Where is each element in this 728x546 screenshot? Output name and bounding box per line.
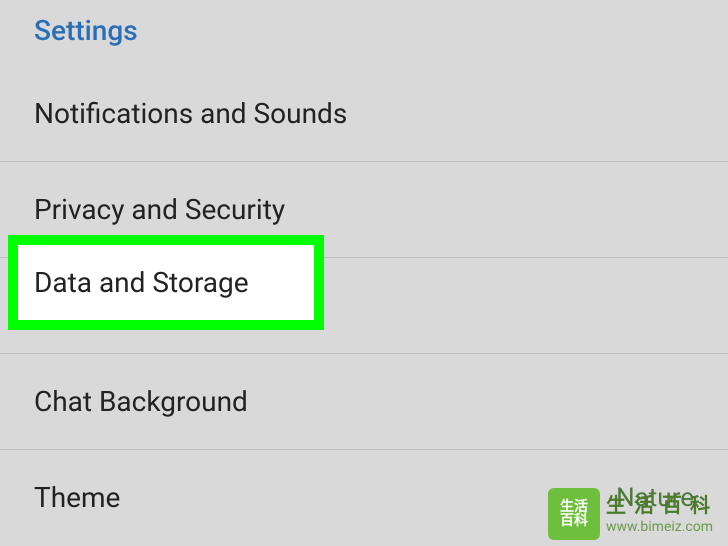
settings-list: Notifications and Sounds Privacy and Sec… bbox=[0, 65, 728, 545]
watermark-line1: 生活百科 bbox=[606, 492, 718, 518]
settings-item-privacy[interactable]: Privacy and Security bbox=[0, 161, 728, 257]
watermark: 生活 百科 生活百科 www.bimeiz.com bbox=[548, 488, 718, 540]
settings-section-header: Settings bbox=[0, 0, 728, 65]
settings-item-notifications[interactable]: Notifications and Sounds bbox=[0, 65, 728, 161]
settings-item-label: Theme bbox=[34, 481, 120, 514]
watermark-line2: www.bimeiz.com bbox=[606, 518, 718, 536]
watermark-text: 生活百科 www.bimeiz.com bbox=[606, 492, 718, 536]
watermark-badge-top: 生活 bbox=[560, 500, 588, 514]
watermark-badge-bottom: 百科 bbox=[560, 514, 588, 528]
watermark-badge: 生活 百科 bbox=[548, 488, 600, 540]
settings-item-label: Privacy and Security bbox=[34, 193, 285, 226]
settings-item-label: Data and Storage bbox=[34, 289, 249, 322]
settings-item-label: Chat Background bbox=[34, 385, 248, 418]
settings-item-data-storage[interactable]: Data and Storage bbox=[0, 257, 728, 353]
settings-item-label: Notifications and Sounds bbox=[34, 97, 347, 130]
settings-item-chat-background[interactable]: Chat Background bbox=[0, 353, 728, 449]
